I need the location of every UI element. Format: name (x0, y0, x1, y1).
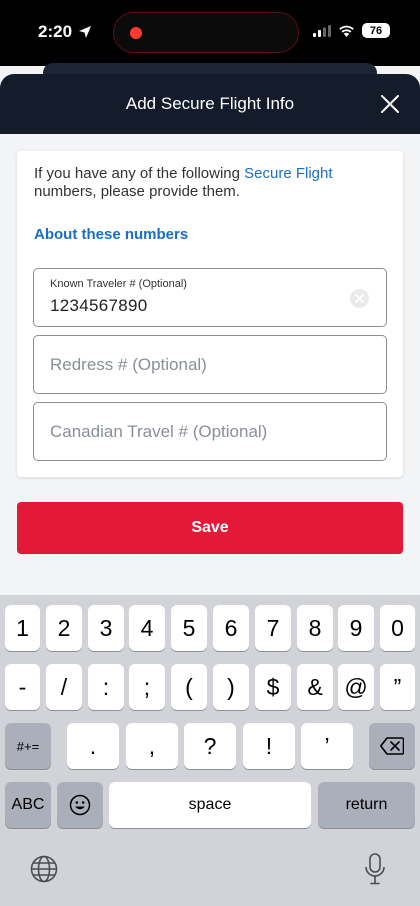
key-5[interactable]: 5 (171, 605, 207, 651)
intro-text-end: numbers, please provide them. (34, 183, 240, 200)
battery-icon: 76 (362, 23, 390, 38)
known-traveler-value[interactable]: 1234567890 (50, 296, 148, 316)
key-hyphen[interactable]: - (5, 664, 40, 710)
backspace-button[interactable] (369, 723, 415, 769)
key-1[interactable]: 1 (5, 605, 40, 651)
key-2[interactable]: 2 (46, 605, 82, 651)
canadian-travel-field[interactable] (33, 402, 387, 461)
dictation-button[interactable] (362, 852, 388, 886)
key-comma[interactable]: , (126, 723, 178, 769)
key-more-symbols[interactable]: #+= (5, 723, 51, 769)
wifi-icon (339, 25, 354, 37)
key-return[interactable]: return (318, 782, 415, 828)
key-close-paren[interactable]: ) (213, 664, 249, 710)
close-icon (381, 95, 399, 113)
cellular-signal-icon (313, 24, 331, 37)
dynamic-island (113, 12, 299, 53)
status-time-text: 2:20 (38, 22, 73, 41)
key-colon[interactable]: : (88, 664, 124, 710)
close-button[interactable] (376, 90, 404, 118)
backspace-icon (380, 737, 404, 755)
key-dollar[interactable]: $ (255, 664, 291, 710)
battery-level: 76 (369, 24, 383, 37)
location-arrow-icon (79, 26, 92, 38)
clear-button[interactable] (350, 289, 369, 308)
key-3[interactable]: 3 (88, 605, 124, 651)
key-quote[interactable]: ” (380, 664, 415, 710)
key-ampersand[interactable]: & (297, 664, 333, 710)
emoji-button[interactable] (57, 782, 103, 828)
known-traveler-field[interactable]: Known Traveler # (Optional) 1234567890 (33, 268, 387, 327)
status-indicators: 76 (313, 23, 390, 38)
redress-field[interactable] (33, 335, 387, 394)
known-traveler-label: Known Traveler # (Optional) (50, 278, 187, 290)
intro-text: If you have any of the following Secure … (34, 165, 386, 201)
key-0[interactable]: 0 (380, 605, 415, 651)
status-time: 2:20 (38, 22, 92, 42)
key-apostrophe[interactable]: ’ (301, 723, 353, 769)
intro-text-start: If you have any of the following (34, 165, 245, 182)
status-bar: 2:20 76 (0, 0, 420, 66)
modal-header: Add Secure Flight Info (0, 74, 420, 134)
emoji-icon (69, 794, 91, 816)
key-4[interactable]: 4 (129, 605, 165, 651)
about-numbers-link[interactable]: About these numbers (34, 226, 188, 243)
microphone-icon (365, 853, 385, 885)
key-exclamation[interactable]: ! (243, 723, 295, 769)
secure-flight-link[interactable]: Secure Flight (244, 165, 332, 182)
canadian-travel-input[interactable] (50, 403, 370, 460)
key-slash[interactable]: / (46, 664, 82, 710)
key-open-paren[interactable]: ( (171, 664, 207, 710)
recording-dot-icon (130, 27, 142, 39)
globe-icon (30, 855, 58, 883)
key-9[interactable]: 9 (338, 605, 374, 651)
key-7[interactable]: 7 (255, 605, 291, 651)
key-at[interactable]: @ (338, 664, 374, 710)
key-question[interactable]: ? (184, 723, 236, 769)
globe-button[interactable] (29, 854, 59, 884)
clear-icon (355, 294, 364, 303)
key-6[interactable]: 6 (213, 605, 249, 651)
save-button[interactable]: Save (17, 502, 403, 554)
key-abc[interactable]: ABC (5, 782, 51, 828)
key-8[interactable]: 8 (297, 605, 333, 651)
secure-flight-card: If you have any of the following Secure … (17, 151, 403, 477)
keyboard: 1 2 3 4 5 6 7 8 9 0 - / : ; ( ) $ & @ ” … (0, 595, 420, 906)
key-space[interactable]: space (109, 782, 311, 828)
key-semicolon[interactable]: ; (129, 664, 165, 710)
key-period[interactable]: . (67, 723, 119, 769)
redress-input[interactable] (50, 336, 370, 393)
page-title: Add Secure Flight Info (125, 94, 295, 113)
